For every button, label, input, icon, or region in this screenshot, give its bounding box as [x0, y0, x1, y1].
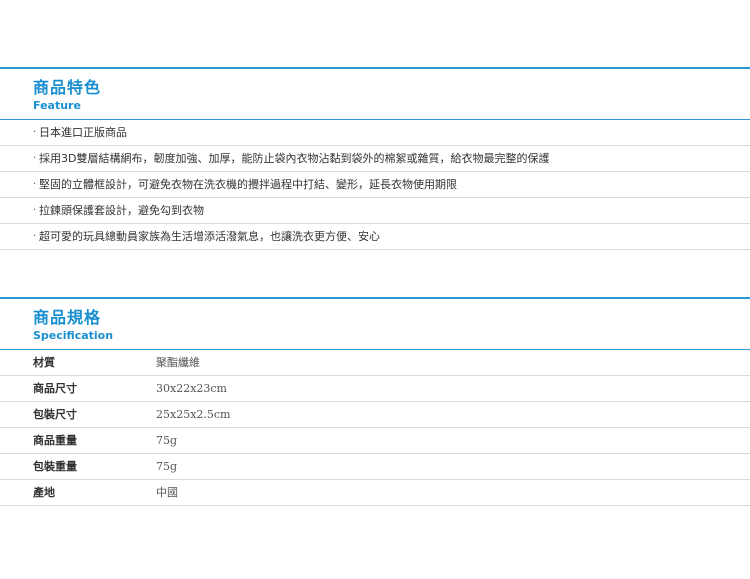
- spec-table: 材質 聚酯纖維 商品尺寸 30x22x23cm 包裝尺寸 25x25x2.5cm…: [0, 350, 750, 506]
- spec-row: 包裝尺寸 25x25x2.5cm: [0, 402, 750, 428]
- spec-label: 商品重量: [33, 434, 77, 447]
- specification-section: 商品規格 Specification 材質 聚酯纖維 商品尺寸 30x22x23…: [0, 297, 750, 506]
- feature-item-text: 日本進口正版商品: [39, 126, 127, 139]
- spec-value: 25x25x2.5cm: [156, 408, 231, 421]
- spec-row: 商品尺寸 30x22x23cm: [0, 376, 750, 402]
- feature-item: ‧ 堅固的立體框設計，可避免衣物在洗衣機的攪拌過程中打結、變形，延長衣物使用期限: [0, 172, 750, 198]
- feature-item: ‧ 採用3D雙層結構網布，韌度加強、加厚，能防止袋內衣物沾黏到袋外的棉絮或雜質，…: [0, 146, 750, 172]
- feature-item-text: 堅固的立體框設計，可避免衣物在洗衣機的攪拌過程中打結、變形，延長衣物使用期限: [39, 178, 457, 191]
- bullet-icon: ‧: [33, 205, 37, 216]
- spec-value: 75g: [156, 434, 178, 447]
- spec-subtitle: Specification: [33, 329, 114, 342]
- bullet-icon: ‧: [33, 179, 37, 190]
- feature-item-text: 超可愛的玩具總動員家族為生活增添活潑氣息，也讓洗衣更方便、安心: [39, 230, 380, 243]
- spec-value: 中國: [156, 486, 178, 499]
- spec-label: 包裝重量: [33, 460, 77, 473]
- spec-label: 包裝尺寸: [33, 408, 77, 421]
- feature-item: ‧ 超可愛的玩具總動員家族為生活增添活潑氣息，也讓洗衣更方便、安心: [0, 224, 750, 250]
- spec-title: 商品規格: [33, 308, 102, 327]
- feature-item-text: 拉鍊頭保護套設計，避免勾到衣物: [39, 204, 204, 217]
- spec-label: 商品尺寸: [33, 382, 77, 395]
- feature-section: 商品特色 Feature ‧ 日本進口正版商品 ‧ 採用3D雙層結構網布，韌度加…: [0, 67, 750, 250]
- feature-header: 商品特色 Feature: [0, 69, 750, 119]
- bullet-icon: ‧: [33, 127, 37, 138]
- spec-row: 產地 中國: [0, 480, 750, 506]
- spec-header: 商品規格 Specification: [0, 299, 750, 349]
- spec-value: 75g: [156, 460, 178, 473]
- feature-item-text: 採用3D雙層結構網布，韌度加強、加厚，能防止袋內衣物沾黏到袋外的棉絮或雜質，給衣…: [39, 152, 550, 165]
- feature-subtitle: Feature: [33, 99, 81, 112]
- bullet-icon: ‧: [33, 231, 37, 242]
- spec-row: 材質 聚酯纖維: [0, 350, 750, 376]
- bullet-icon: ‧: [33, 153, 37, 164]
- spec-label: 產地: [33, 486, 55, 499]
- feature-list: ‧ 日本進口正版商品 ‧ 採用3D雙層結構網布，韌度加強、加厚，能防止袋內衣物沾…: [0, 120, 750, 250]
- spec-value: 聚酯纖維: [156, 356, 200, 369]
- feature-title: 商品特色: [33, 78, 102, 97]
- spec-row: 包裝重量 75g: [0, 454, 750, 480]
- feature-item: ‧ 日本進口正版商品: [0, 120, 750, 146]
- feature-item: ‧ 拉鍊頭保護套設計，避免勾到衣物: [0, 198, 750, 224]
- spec-row: 商品重量 75g: [0, 428, 750, 454]
- spec-value: 30x22x23cm: [156, 382, 227, 395]
- spec-label: 材質: [33, 356, 55, 369]
